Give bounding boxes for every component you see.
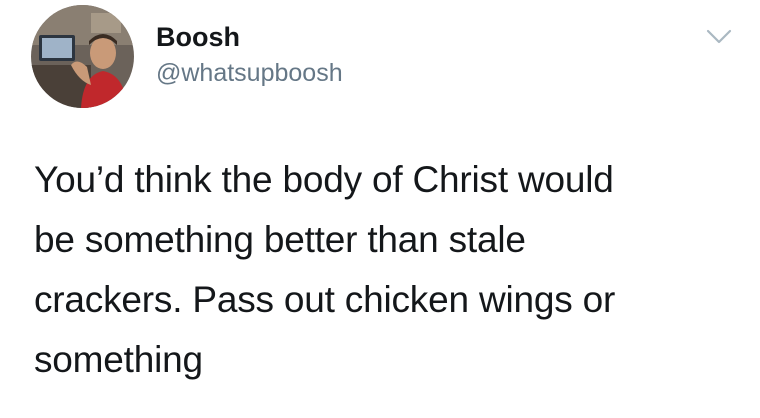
- chevron-down-icon[interactable]: [706, 28, 732, 46]
- profile-photo: [31, 5, 134, 108]
- tweet-card: Boosh @whatsupboosh You’d think the body…: [0, 0, 760, 418]
- author-handle[interactable]: @whatsupboosh: [156, 58, 343, 88]
- tweet-text: You’d think the body of Christ would be …: [34, 159, 616, 380]
- author-display-name[interactable]: Boosh: [156, 21, 240, 53]
- author-avatar[interactable]: [31, 5, 134, 108]
